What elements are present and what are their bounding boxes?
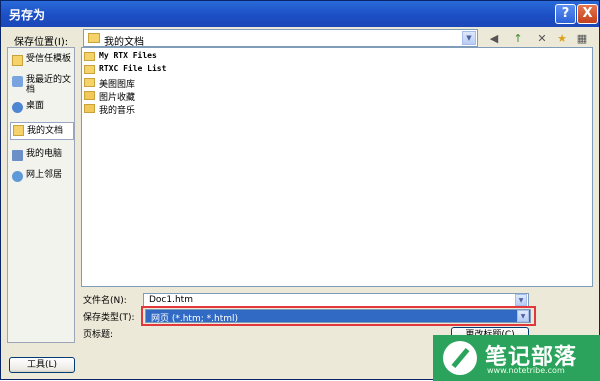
highlight-annotation-box bbox=[141, 306, 536, 326]
back-button[interactable]: ◀ bbox=[485, 31, 503, 47]
pen-logo-icon bbox=[443, 341, 477, 375]
title-bar[interactable]: 另存为 ? X bbox=[1, 1, 599, 27]
tools-button[interactable]: 工具(L) bbox=[9, 357, 75, 373]
file-type-label: 保存类型(T): bbox=[83, 313, 135, 323]
file-name: My RTX Files bbox=[99, 51, 157, 60]
place-label: 受信任模板 bbox=[26, 54, 72, 64]
places-bar: 受信任模板 我最近的文档 桌面 我的文档 我的电脑 网上邻居 bbox=[7, 47, 75, 343]
my-documents-icon bbox=[88, 33, 100, 43]
save-in-value: 我的文档 bbox=[104, 37, 144, 48]
place-label: 桌面 bbox=[26, 101, 45, 111]
folder-icon bbox=[12, 55, 23, 66]
up-folder-button[interactable]: ↑ bbox=[509, 31, 527, 47]
help-button[interactable]: ? bbox=[555, 4, 576, 24]
my-computer-icon bbox=[12, 150, 23, 161]
watermark-url: www.notetribe.com bbox=[487, 366, 565, 375]
recent-documents-icon bbox=[12, 76, 23, 87]
close-button[interactable]: X bbox=[577, 4, 598, 24]
filename-field[interactable]: Doc1.htm ▼ bbox=[143, 293, 529, 307]
music-folder-icon bbox=[84, 104, 95, 113]
place-recent-documents[interactable]: 我最近的文档 bbox=[10, 74, 74, 98]
file-name: 美图图库 bbox=[99, 80, 136, 90]
my-documents-icon bbox=[13, 125, 24, 136]
place-my-computer[interactable]: 我的电脑 bbox=[10, 148, 74, 164]
page-title-label: 页标题: bbox=[83, 330, 114, 340]
place-desktop[interactable]: 桌面 bbox=[10, 100, 74, 116]
watermark: 笔记部落 www.notetribe.com bbox=[433, 335, 600, 381]
folder-icon bbox=[84, 65, 95, 74]
desktop-icon bbox=[12, 102, 23, 113]
place-label: 我最近的文档 bbox=[26, 75, 72, 95]
pictures-folder-icon bbox=[84, 91, 95, 100]
views-button[interactable]: ▦ bbox=[573, 31, 591, 47]
save-in-dropdown[interactable]: 我的文档 ▼ bbox=[83, 29, 478, 48]
new-folder-button[interactable]: ★ bbox=[553, 31, 571, 47]
save-in-label: 保存位置(I): bbox=[14, 37, 69, 48]
place-my-documents[interactable]: 我的文档 bbox=[10, 122, 74, 140]
file-name: 图片收藏 bbox=[99, 93, 136, 103]
place-label: 我的电脑 bbox=[26, 149, 63, 159]
save-as-dialog: 另存为 ? X 保存位置(I): 我的文档 ▼ ◀ ↑ ✕ ★ ▦ 受信任模板 … bbox=[0, 0, 600, 381]
file-name: RTXC File List bbox=[99, 64, 167, 73]
filename-label: 文件名(N): bbox=[83, 296, 127, 306]
place-label: 我的文档 bbox=[27, 126, 64, 136]
delete-button[interactable]: ✕ bbox=[533, 31, 551, 47]
place-network-places[interactable]: 网上邻居 bbox=[10, 169, 74, 185]
network-places-icon bbox=[12, 171, 23, 182]
folder-icon bbox=[84, 78, 95, 87]
place-label: 网上邻居 bbox=[26, 170, 63, 180]
place-trusted-templates[interactable]: 受信任模板 bbox=[10, 53, 74, 69]
file-list[interactable]: My RTX Files RTXC File List 美图图库 图片收藏 我的… bbox=[81, 47, 593, 287]
file-name: 我的音乐 bbox=[99, 106, 136, 116]
filename-value: Doc1.htm bbox=[149, 295, 193, 305]
dialog-title: 另存为 bbox=[9, 8, 46, 22]
chevron-down-icon[interactable]: ▼ bbox=[515, 294, 527, 306]
folder-icon bbox=[84, 52, 95, 61]
chevron-down-icon[interactable]: ▼ bbox=[462, 31, 476, 45]
